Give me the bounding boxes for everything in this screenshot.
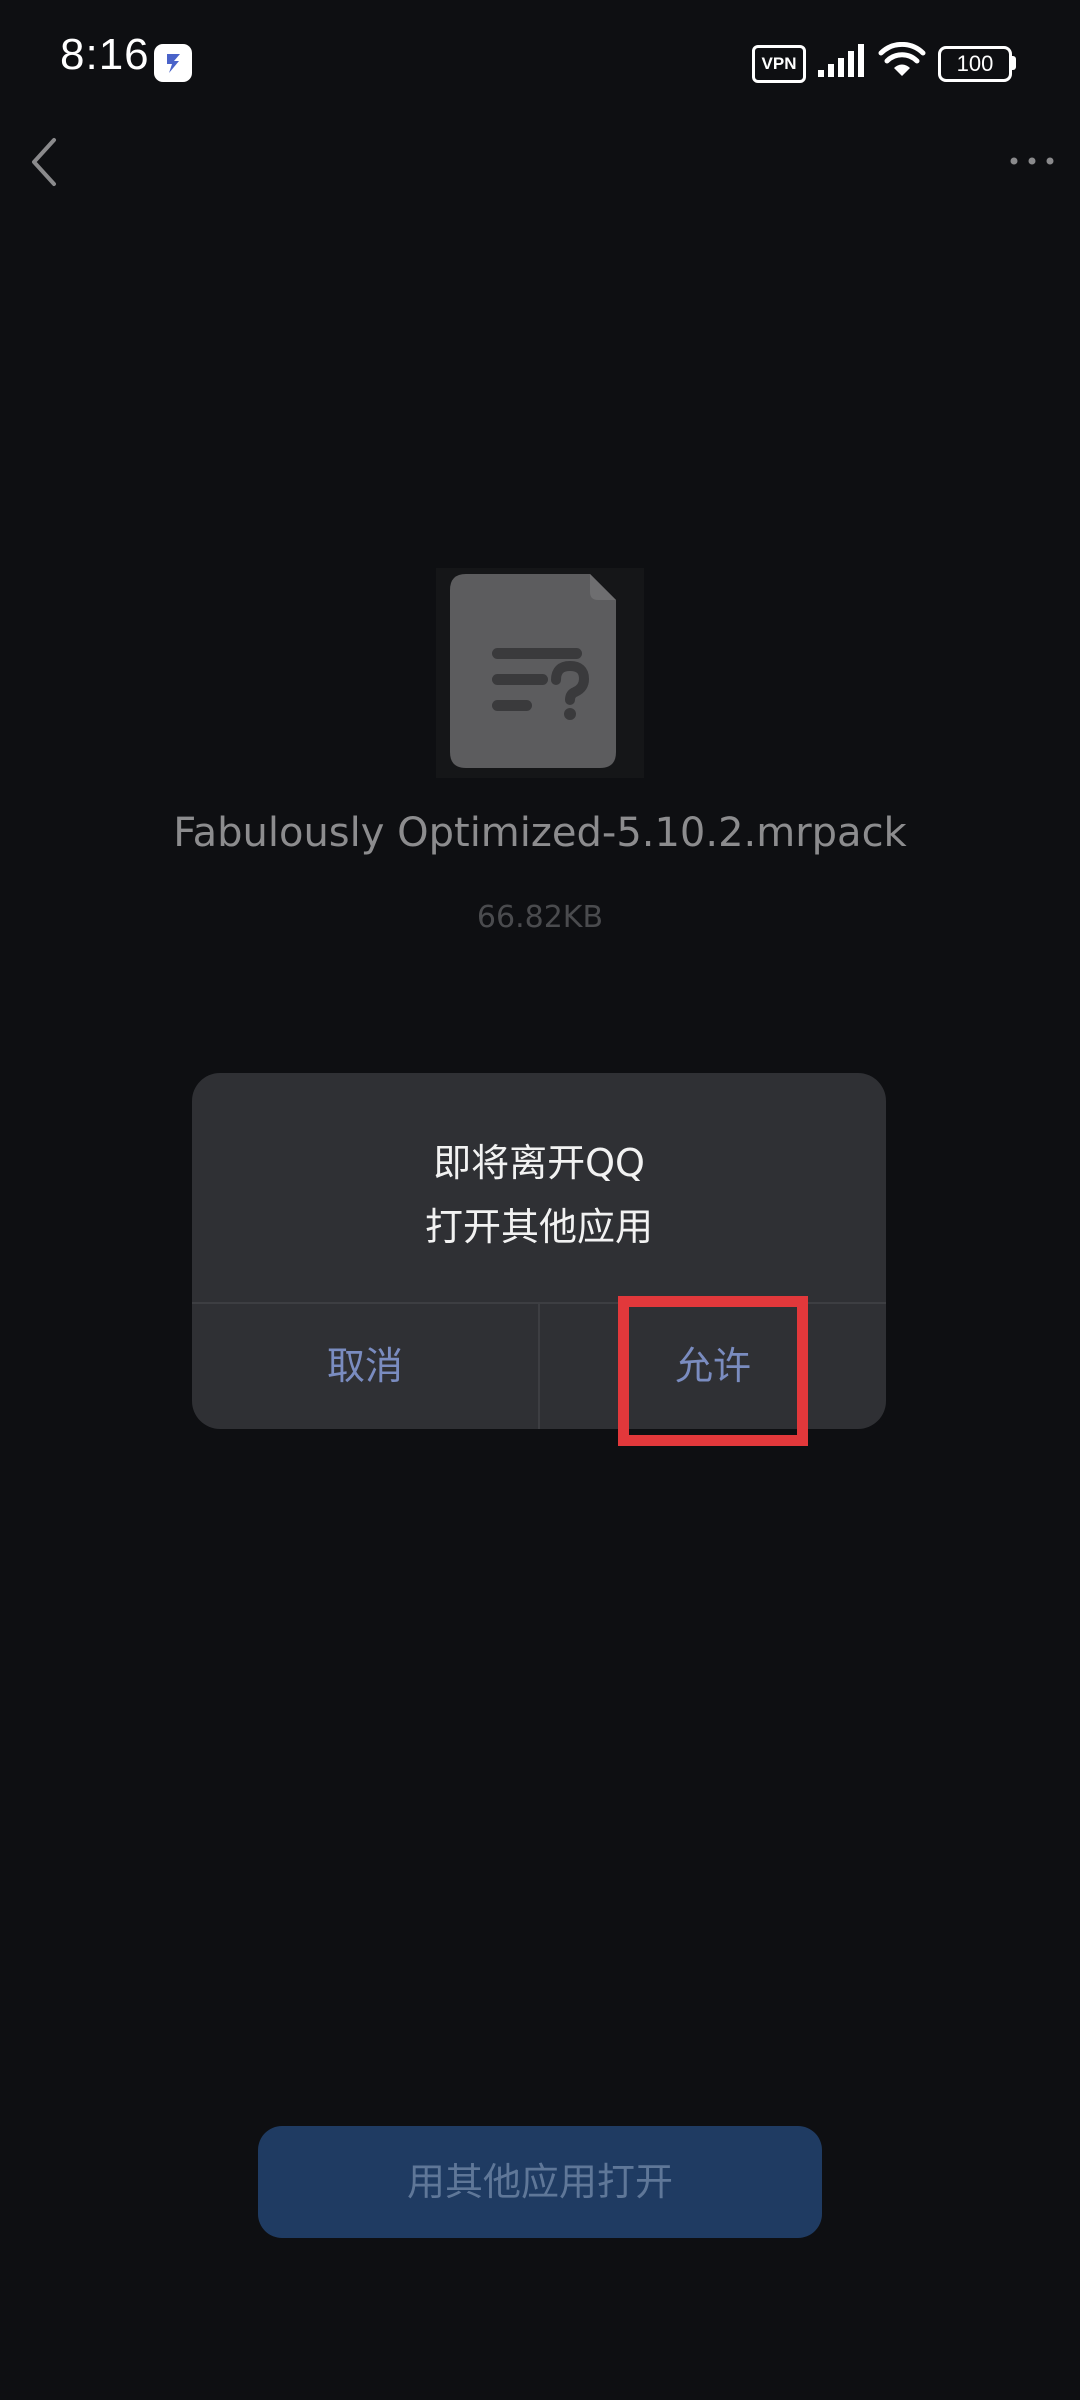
dialog-message-line2: 打开其他应用 [424,1205,653,1249]
vpn-icon: VPN [752,45,806,83]
open-with-other-app-button[interactable]: 用其他应用打开 [258,2126,822,2238]
more-options-button[interactable] [1008,145,1056,175]
battery-icon: 100 [938,46,1012,82]
status-bar: 8:16 VPN 100 [0,0,1080,130]
file-size: 66.82KB [476,900,604,935]
chevron-left-icon [32,138,56,186]
dialog-message: 即将离开QQ 打开其他应用 [192,1131,886,1259]
file-name: Fabulously Optimized-5.10.2.mrpack [173,810,907,856]
signal-icon [816,42,866,82]
app-notification-icon [154,44,192,82]
allow-button[interactable]: 允许 [540,1304,886,1429]
status-time: 8:16 [60,30,150,79]
dialog-message-line1: 即将离开QQ [433,1141,645,1185]
screen: 8:16 VPN 100 Fabulously Optimized-5.10.2… [0,0,1080,2400]
more-dots-icon [1010,157,1054,165]
battery-tip [1011,56,1016,70]
leave-app-dialog: 即将离开QQ 打开其他应用 取消 允许 [192,1073,886,1429]
wifi-icon [878,41,926,84]
cancel-button[interactable]: 取消 [192,1304,538,1429]
back-button[interactable] [22,132,72,192]
unknown-file-icon [436,568,644,778]
